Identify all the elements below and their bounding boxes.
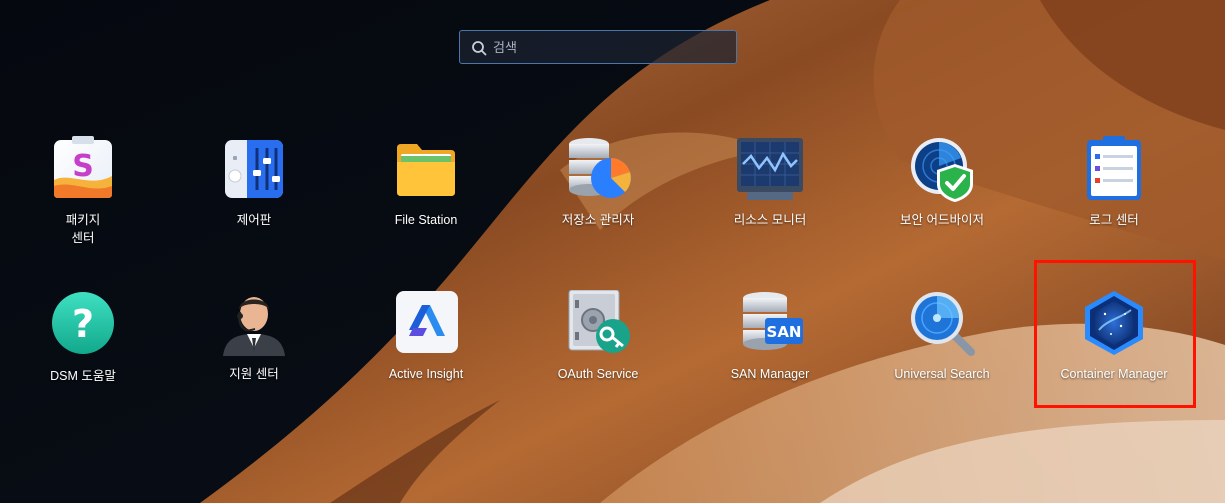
- san-manager-icon: SAN: [737, 290, 803, 356]
- file-station-icon: [393, 136, 459, 202]
- app-label: 패키지 센터: [65, 213, 101, 245]
- app-label: Active Insight: [388, 367, 464, 381]
- app-label: 리소스 모니터: [733, 213, 807, 227]
- svg-text:?: ?: [72, 302, 94, 346]
- app-label: OAuth Service: [557, 367, 639, 381]
- control-panel-icon: [221, 136, 287, 202]
- search-input[interactable]: [493, 31, 731, 63]
- app-label: 로그 센터: [1089, 213, 1139, 227]
- active-insight-icon: [393, 290, 459, 356]
- svg-text:SAN: SAN: [767, 323, 802, 341]
- security-advisor-icon: [909, 136, 975, 202]
- app-label: 저장소 관리자: [561, 213, 635, 227]
- app-label: Container Manager: [1060, 367, 1168, 381]
- app-label: 제어판: [236, 213, 272, 227]
- app-label: 보안 어드바이저: [900, 213, 984, 227]
- storage-manager-icon: [565, 136, 631, 202]
- app-label: SAN Manager: [730, 367, 810, 381]
- app-label: Universal Search: [894, 367, 990, 381]
- dsm-help-icon: ?: [50, 292, 116, 358]
- package-center-icon: S: [50, 136, 116, 202]
- app-label: 지원 센터: [229, 367, 279, 381]
- support-center-icon: [221, 290, 287, 356]
- oauth-service-icon: [565, 290, 631, 356]
- svg-text:S: S: [72, 149, 94, 184]
- search-box[interactable]: [459, 30, 737, 64]
- log-center-icon: [1081, 136, 1147, 202]
- app-label: File Station: [394, 213, 458, 227]
- app-label: DSM 도움말: [50, 369, 116, 383]
- container-manager-icon: [1081, 290, 1147, 356]
- resource-monitor-icon: [737, 136, 803, 202]
- universal-search-icon: [909, 290, 975, 356]
- desktop-wallpaper: [0, 0, 1225, 503]
- search-icon: [472, 41, 487, 56]
